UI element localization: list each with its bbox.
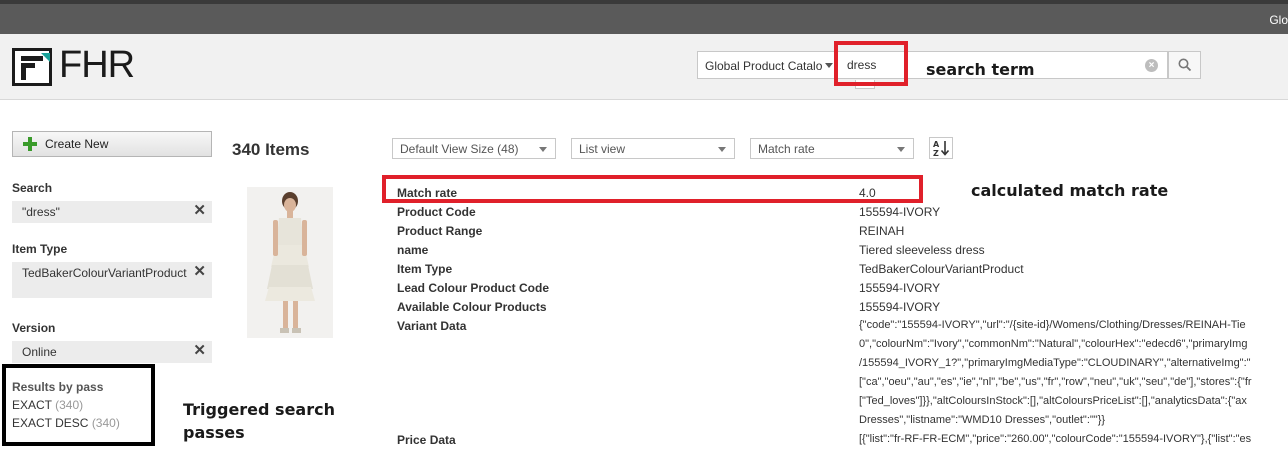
view-mode-value: List view xyxy=(579,142,626,156)
variant-data-line: ["ca","oeu","au","es","ie","nl","be","us… xyxy=(859,376,1252,388)
pass-name: EXACT xyxy=(12,398,52,412)
catalog-select[interactable]: Global Product Catalo xyxy=(697,51,837,79)
annotation-passes-line2: passes xyxy=(183,423,245,442)
clear-icon[interactable]: × xyxy=(1145,59,1158,72)
pass-item[interactable]: EXACT DESC (340) xyxy=(12,416,151,430)
svg-text:A: A xyxy=(933,140,940,149)
view-size-select[interactable]: Default View Size (48) xyxy=(392,138,556,159)
pass-count: (340) xyxy=(55,398,84,412)
attr-value-lead-colour: 155594-IVORY xyxy=(859,281,941,295)
results-by-pass-title: Results by pass xyxy=(12,380,104,394)
search-button[interactable] xyxy=(1168,51,1201,79)
fhr-logo-icon xyxy=(12,48,52,86)
user-menu[interactable]: Glo xyxy=(1269,13,1288,27)
view-mode-select[interactable]: List view xyxy=(571,138,735,159)
facet-chip-item-type: TedBakerColourVariantProduct ✕ xyxy=(12,262,212,298)
product-image[interactable] xyxy=(247,187,333,338)
facet-label-version: Version xyxy=(12,321,56,335)
annotation-passes-line1: Triggered search xyxy=(183,400,335,419)
variant-data-line: 0","colourNm":"Ivory","commonNm":"Natura… xyxy=(859,338,1248,350)
pass-count: (340) xyxy=(91,416,120,430)
facet-label-search: Search xyxy=(12,181,53,195)
svg-text:Z: Z xyxy=(933,149,939,158)
facet-chip-search: "dress" ✕ xyxy=(12,201,212,223)
attr-name-item-type: Item Type xyxy=(397,262,453,276)
facet-chip-version: Online ✕ xyxy=(12,341,212,363)
attr-value-name: Tiered sleeveless dress xyxy=(859,243,985,257)
top-bar: Glo xyxy=(0,0,1288,34)
caret-down-icon xyxy=(825,63,833,68)
attr-name-available-colours: Available Colour Products xyxy=(397,300,547,314)
close-icon[interactable]: ✕ xyxy=(193,264,206,279)
search-term-highlight xyxy=(834,41,908,86)
sort-value: Match rate xyxy=(758,142,815,156)
variant-data-line: /155594_IVORY_1?","primaryImgMediaType":… xyxy=(859,357,1251,369)
attr-value-product-range: REINAH xyxy=(859,224,905,238)
catalog-select-value: Global Product Catalo xyxy=(705,59,823,73)
caret-down-icon xyxy=(718,147,726,152)
attr-name-variant-data: Variant Data xyxy=(397,319,467,333)
variant-data-line: {"code":"155594-IVORY","url":"/{site-id}… xyxy=(859,319,1246,331)
items-count: 340 Items xyxy=(232,140,310,159)
close-icon[interactable]: ✕ xyxy=(193,343,206,358)
pass-item[interactable]: EXACT (340) xyxy=(12,398,151,412)
caret-down-icon xyxy=(897,147,905,152)
close-icon[interactable]: ✕ xyxy=(193,203,206,218)
plus-icon xyxy=(23,137,37,151)
attr-value-available-colours: 155594-IVORY xyxy=(859,300,941,314)
pass-name: EXACT DESC xyxy=(12,416,89,430)
attr-name-lead-colour: Lead Colour Product Code xyxy=(397,281,550,295)
attr-name-product-range: Product Range xyxy=(397,224,483,238)
sort-az-icon[interactable]: A Z xyxy=(929,137,953,159)
match-rate-highlight xyxy=(382,175,923,203)
attr-name-price-data: Price Data xyxy=(397,433,456,447)
create-new-button[interactable]: Create New xyxy=(12,131,212,157)
results-by-pass-panel: Results by pass EXACT (340) EXACT DESC (… xyxy=(2,364,155,446)
attr-value-product-code: 155594-IVORY xyxy=(859,205,941,219)
attr-value-item-type: TedBakerColourVariantProduct xyxy=(859,262,1024,276)
facet-value: TedBakerColourVariantProduct xyxy=(22,266,187,280)
price-data-line: [{"list":"fr-RF-FR-ECM","price":"260.00"… xyxy=(859,433,1252,445)
search-icon xyxy=(1178,58,1192,72)
facet-value: Online xyxy=(22,345,57,359)
attr-name-name: name xyxy=(397,243,429,257)
variant-data-line: ["Ted_loves"]}},"altColoursInStock":[],"… xyxy=(859,395,1247,407)
annotation-search-term: search term xyxy=(926,60,1035,79)
attr-name-product-code: Product Code xyxy=(397,205,476,219)
view-size-value: Default View Size (48) xyxy=(400,142,519,156)
facet-value: "dress" xyxy=(22,205,60,219)
facet-label-item-type: Item Type xyxy=(12,242,68,256)
annotation-match-rate: calculated match rate xyxy=(971,181,1169,200)
create-new-label: Create New xyxy=(45,137,109,151)
logo-text: FHR xyxy=(59,44,135,86)
sort-select[interactable]: Match rate xyxy=(750,138,914,159)
variant-data-line: Dresses","listname":"WMD10 Dresses","out… xyxy=(859,414,1106,426)
caret-down-icon xyxy=(539,147,547,152)
